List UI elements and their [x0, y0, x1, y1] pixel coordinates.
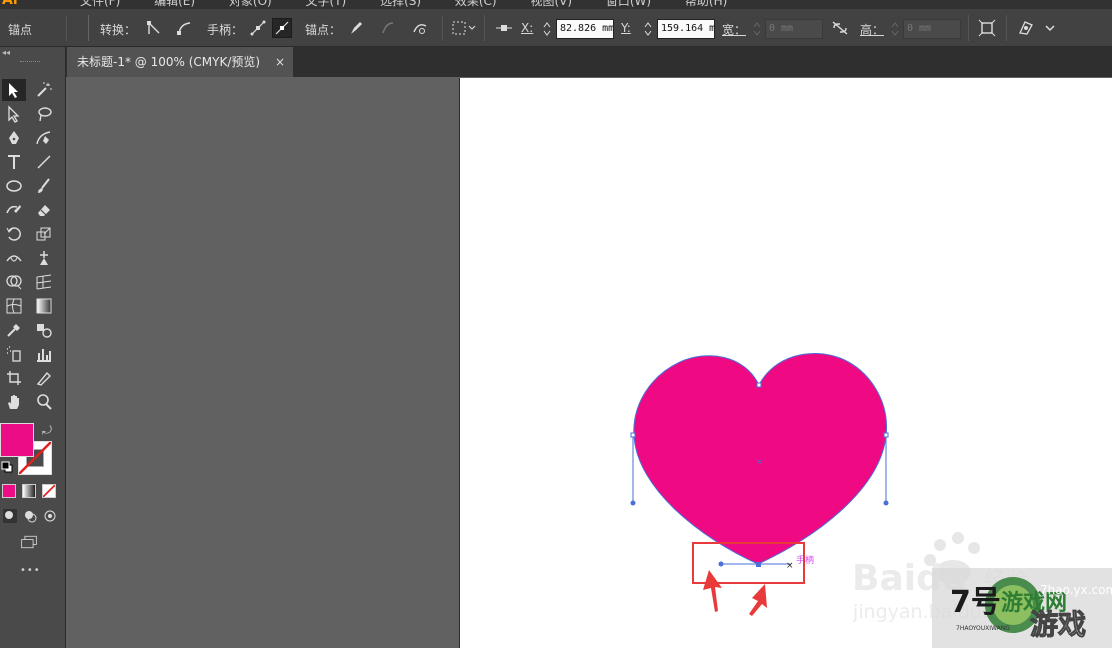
x-label: X: [521, 21, 534, 35]
isolate-icon[interactable] [977, 18, 997, 38]
shape-builder-icon[interactable] [2, 271, 26, 293]
remove-anchor-icon[interactable] [346, 18, 366, 38]
anchors-label: 锚点： [305, 23, 342, 37]
width-stepper-icon[interactable] [751, 19, 763, 39]
puppet-warp-tool-icon[interactable] [32, 247, 56, 269]
panel-grip[interactable] [20, 61, 40, 64]
divider [88, 15, 89, 41]
divider [442, 15, 443, 41]
line-segment-icon[interactable] [32, 151, 56, 173]
gradient-tool-icon[interactable] [32, 295, 56, 317]
menu-window[interactable]: 窗口(W) [606, 0, 651, 8]
perspective-grid-icon[interactable] [32, 271, 56, 293]
menu-bar: Ai 文件(F) 编辑(E) 对象(O) 文字(T) 选择(S) 效果(C) 视… [0, 0, 1112, 9]
more-tools-icon[interactable]: ••• [20, 565, 41, 576]
divider [1006, 15, 1007, 41]
convert-label: 转换： [100, 23, 137, 37]
menu-object[interactable]: 对象(O) [229, 0, 272, 8]
divider [484, 15, 485, 41]
height-stepper-icon[interactable] [889, 19, 901, 39]
close-tab-icon[interactable]: × [275, 47, 285, 77]
connect-anchors-icon[interactable] [378, 18, 398, 38]
blend-tool-icon[interactable] [32, 319, 56, 341]
collapse-panel-icon[interactable]: ◂◂ [2, 48, 10, 57]
width-input: 0 mm [765, 19, 823, 39]
menu-effect[interactable]: 效果(C) [455, 0, 497, 8]
gradient-mode-icon[interactable] [22, 484, 36, 498]
slice-tool-icon[interactable] [32, 367, 56, 389]
draw-inside-icon[interactable] [40, 507, 60, 525]
document-tab-title: 未标题-1* @ 100% (CMYK/预览) [77, 55, 261, 69]
app-logo: Ai [2, 0, 18, 8]
x-position-input[interactable]: 82.826 mm [556, 19, 614, 39]
fill-swatch[interactable] [0, 423, 34, 457]
constrain-proportions-icon[interactable] [830, 18, 850, 38]
handle-hide-icon[interactable] [272, 18, 292, 38]
document-tab[interactable]: 未标题-1* @ 100% (CMYK/预览) × [67, 47, 293, 77]
screen-mode-icon[interactable] [16, 531, 42, 553]
pen-tool-icon[interactable] [2, 127, 26, 149]
anchor-label: 锚点 [8, 23, 33, 37]
artboard[interactable] [459, 78, 1112, 648]
swap-fill-stroke-icon[interactable]: ⤾ [42, 423, 52, 438]
menu-help[interactable]: 帮助(H) [685, 0, 727, 8]
width-label: 宽： [722, 23, 747, 37]
divider [968, 15, 969, 41]
draw-normal-icon[interactable] [0, 507, 20, 525]
menu-items: 文件(F) 编辑(E) 对象(O) 文字(T) 选择(S) 效果(C) 视图(V… [80, 0, 757, 9]
symbol-sprayer-icon[interactable] [2, 343, 26, 365]
cut-path-icon[interactable] [410, 18, 430, 38]
none-mode-icon[interactable] [42, 484, 56, 498]
artboard-tool-icon[interactable] [2, 367, 26, 389]
color-mode-icon[interactable] [2, 484, 16, 498]
draw-behind-icon[interactable] [20, 507, 40, 525]
toolbox: ◂◂ ⤾ ••• [0, 47, 66, 648]
paintbrush-icon[interactable] [32, 175, 56, 197]
curvature-tool-icon[interactable] [32, 127, 56, 149]
document-tab-bar: 未标题-1* @ 100% (CMYK/预览) × [66, 47, 1112, 77]
height-input: 0 mm [903, 19, 961, 39]
convert-to-smooth-icon[interactable] [174, 18, 194, 38]
menu-type[interactable]: 文字(T) [306, 0, 347, 8]
x-stepper-icon[interactable] [541, 19, 553, 39]
column-graph-icon[interactable] [32, 343, 56, 365]
control-bar: 锚点 转换： 手柄： 锚点： X: 82.826 mm Y: 159.164 m… [0, 9, 1112, 47]
eraser-icon[interactable] [32, 199, 56, 221]
puppet-warp-icon[interactable] [1016, 18, 1036, 38]
illustrator-window: Ai 文件(F) 编辑(E) 对象(O) 文字(T) 选择(S) 效果(C) 视… [0, 0, 1112, 648]
y-position-input[interactable]: 159.164 m [657, 19, 715, 39]
divider [66, 15, 67, 41]
shaper-tool-icon[interactable] [2, 199, 26, 221]
y-stepper-icon[interactable] [642, 19, 654, 39]
type-tool-icon[interactable] [2, 151, 26, 173]
mesh-tool-icon[interactable] [2, 295, 26, 317]
magic-wand-icon[interactable] [32, 79, 56, 101]
y-label: Y: [621, 21, 631, 35]
height-label: 高： [860, 23, 885, 37]
selection-tool-icon[interactable] [2, 79, 26, 101]
hand-tool-icon[interactable] [2, 391, 26, 413]
width-tool-icon[interactable] [2, 247, 26, 269]
reference-point-icon[interactable] [494, 18, 514, 38]
menu-file[interactable]: 文件(F) [80, 0, 120, 8]
menu-select[interactable]: 选择(S) [380, 0, 421, 8]
lasso-icon[interactable] [32, 103, 56, 125]
align-dropdown-icon[interactable] [450, 18, 478, 38]
scale-tool-icon[interactable] [32, 223, 56, 245]
pasteboard [66, 77, 1112, 648]
rotate-tool-icon[interactable] [2, 223, 26, 245]
zoom-tool-icon[interactable] [32, 391, 56, 413]
handle-show-icon[interactable] [248, 18, 268, 38]
handle-label: 手柄： [207, 23, 244, 37]
menu-view[interactable]: 视图(V) [530, 0, 572, 8]
eyedropper-icon[interactable] [2, 319, 26, 341]
menu-edit[interactable]: 编辑(E) [154, 0, 195, 8]
direct-selection-icon[interactable] [2, 103, 26, 125]
convert-to-corner-icon[interactable] [144, 18, 164, 38]
default-colors-icon[interactable] [1, 461, 13, 473]
panel-menu-chevron-icon[interactable] [1040, 18, 1060, 38]
ellipse-tool-icon[interactable] [2, 175, 26, 197]
